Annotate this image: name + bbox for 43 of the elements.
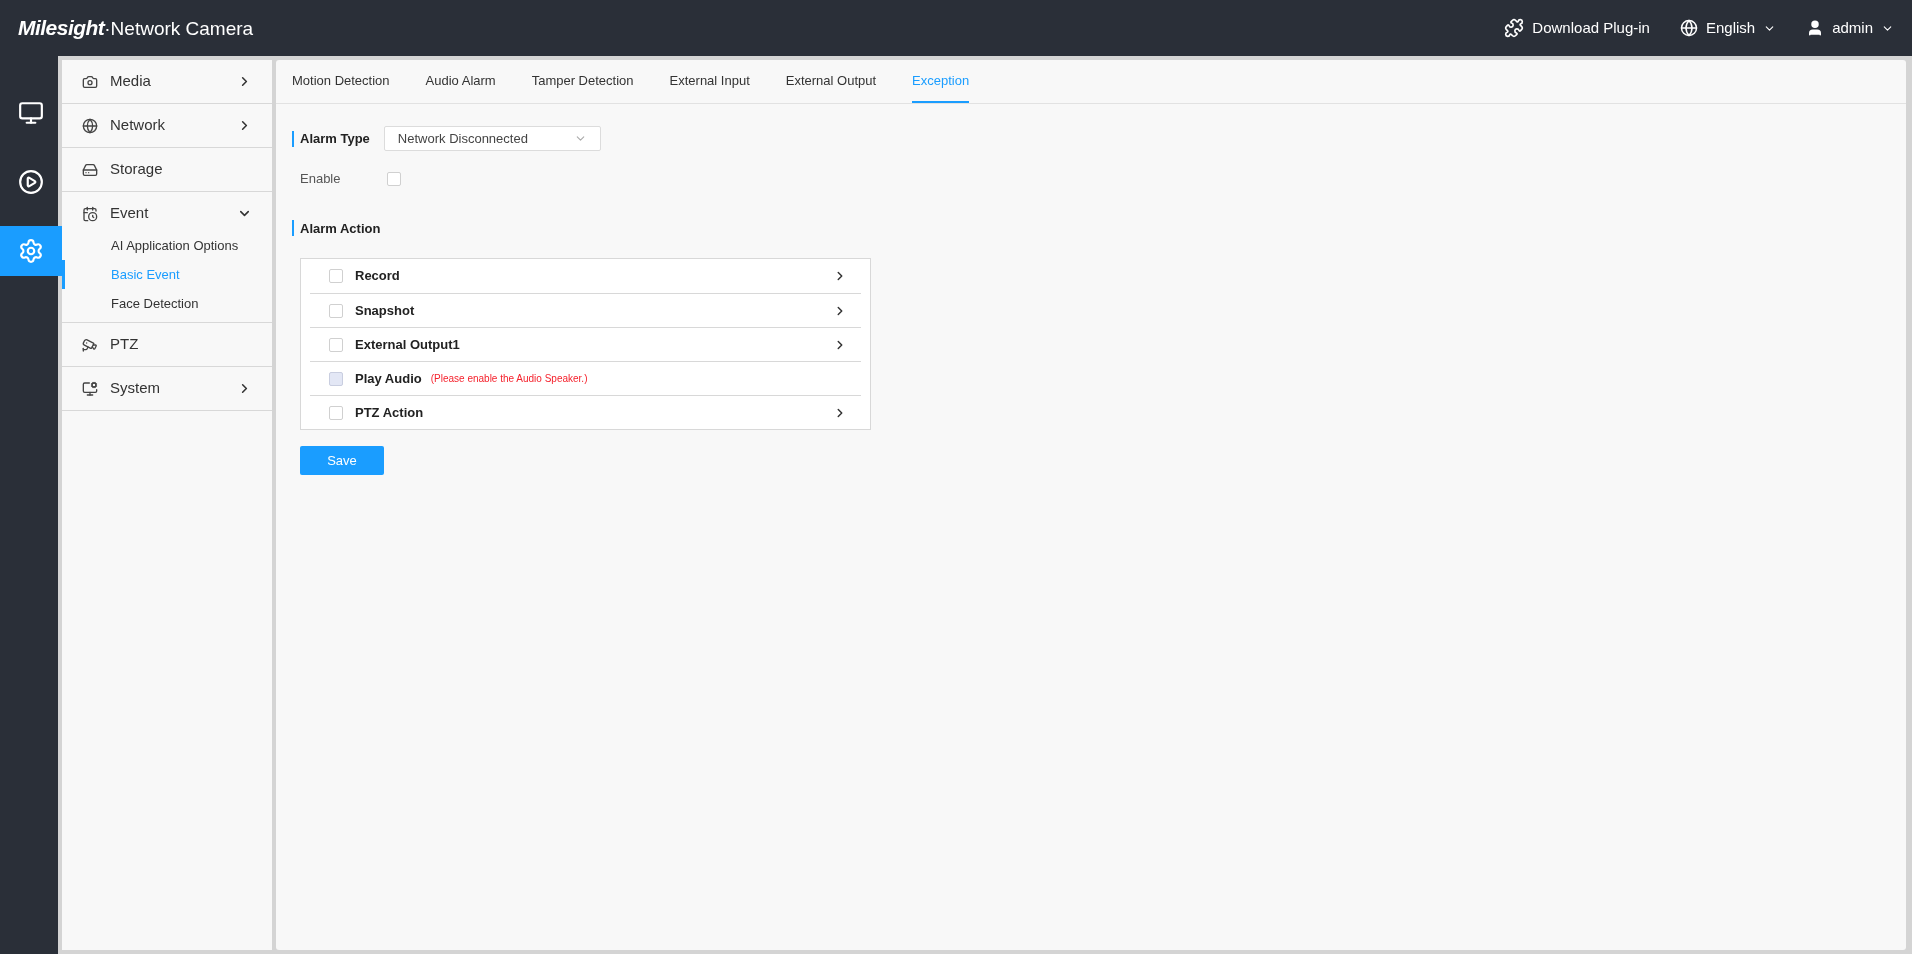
alarm-action-title: Alarm Action (300, 219, 381, 238)
sidebar-item[interactable]: Media (62, 60, 272, 103)
action-label: Play Audio (355, 369, 422, 388)
sidebar-item[interactable]: PTZ (62, 323, 272, 366)
language-dropdown[interactable]: English (1679, 16, 1777, 40)
puzzle-icon (1504, 18, 1525, 38)
settings-icon (18, 238, 44, 264)
action-label: Snapshot (355, 301, 415, 320)
sidebar-item[interactable]: System (62, 367, 272, 410)
action-label: PTZ Action (355, 403, 424, 422)
cctv-icon (82, 336, 98, 353)
camera-icon (82, 73, 98, 90)
section-marker (292, 220, 294, 237)
sidebar-item[interactable]: Network (62, 104, 272, 147)
tab[interactable]: Motion Detection (292, 70, 390, 103)
tab[interactable]: External Output (785, 70, 877, 103)
tab[interactable]: External Input (669, 70, 750, 103)
alarm-type-select[interactable]: Network Disconnected (383, 126, 601, 151)
section-marker (292, 130, 294, 147)
globe-icon (82, 117, 98, 134)
monitor-icon (82, 380, 98, 397)
sidebar-subitem[interactable]: Face Detection (62, 289, 272, 318)
enable-label: Enable (300, 170, 342, 188)
action-label: External Output1 (355, 335, 460, 354)
alarm-type-label: Alarm Type (300, 129, 370, 148)
calendar-icon (82, 205, 98, 222)
user-dropdown[interactable]: admin (1806, 16, 1894, 40)
tab[interactable]: Tamper Detection (531, 70, 634, 103)
brand-logo: Milesight (18, 15, 105, 42)
action-checkbox[interactable] (329, 303, 343, 318)
action-checkbox[interactable] (329, 337, 343, 352)
storage-icon (82, 161, 98, 178)
globe-icon (1679, 19, 1698, 37)
play-icon (18, 169, 44, 195)
sidebar-item[interactable]: Storage (62, 148, 272, 191)
action-checkbox[interactable] (329, 405, 343, 420)
monitor-icon (18, 100, 44, 126)
action-checkbox[interactable] (329, 269, 343, 283)
action-label: Record (355, 267, 400, 286)
warning-note: (Please enable the Audio Speaker.) (430, 372, 588, 386)
tab[interactable]: Audio Alarm (425, 70, 496, 103)
download-plugin-button[interactable]: Download Plug-in (1504, 16, 1650, 40)
enable-checkbox[interactable] (387, 171, 401, 186)
